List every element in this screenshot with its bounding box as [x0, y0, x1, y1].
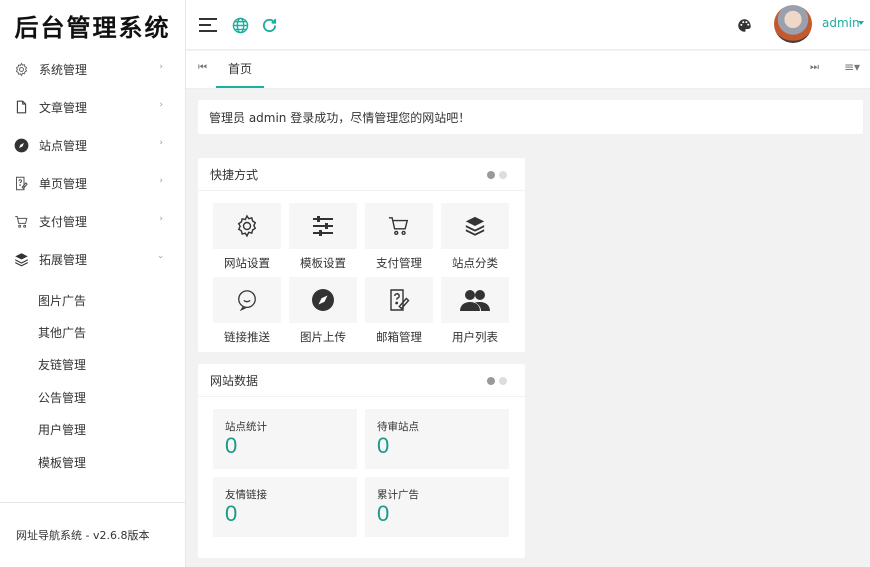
sidebar-item-page[interactable]: 单页管理 ›	[0, 164, 185, 202]
stat-value: 0	[377, 501, 390, 526]
gear-icon	[13, 61, 29, 77]
card-header: 快捷方式	[198, 158, 525, 191]
cart-icon	[365, 203, 433, 249]
shortcut-label: 站点分类	[452, 256, 498, 270]
gear-icon	[213, 203, 281, 249]
stat-label: 友情链接	[225, 489, 267, 501]
chevron-right-icon: ›	[159, 176, 163, 186]
shortcut-label: 图片上传	[300, 330, 346, 344]
sidebar-item-label: 文章管理	[39, 100, 88, 115]
top-header: admin	[186, 0, 870, 50]
sidebar-item-label: 单页管理	[39, 176, 88, 191]
users-icon	[441, 277, 509, 323]
file-icon	[13, 99, 29, 115]
stat-value: 0	[225, 501, 238, 526]
submenu-item-other-ads[interactable]: 其他广告	[0, 316, 185, 348]
submenu-item-friend-links[interactable]: 友链管理	[0, 349, 185, 381]
shortcut-link-push[interactable]: 链接推送	[213, 277, 281, 345]
chevron-right-icon: ›	[159, 214, 163, 224]
stat-friend-links[interactable]: 友情链接 0	[213, 477, 357, 537]
stat-value: 0	[225, 433, 238, 458]
sidebar-item-payment[interactable]: 支付管理 ›	[0, 202, 185, 240]
sidebar-item-label: 站点管理	[39, 138, 88, 153]
caret-down-icon[interactable]	[858, 21, 864, 25]
submenu-item-users[interactable]: 用户管理	[0, 414, 185, 446]
tab-home[interactable]: 首页	[216, 51, 265, 88]
sidebar-item-label: 拓展管理	[39, 252, 88, 267]
app-logo-title: 后台管理系统	[14, 12, 171, 42]
shortcut-image-upload[interactable]: 图片上传	[289, 277, 357, 345]
refresh-icon[interactable]	[257, 13, 281, 37]
sidebar-item-site[interactable]: 站点管理 ›	[0, 126, 185, 164]
submenu-item-templates[interactable]: 模板管理	[0, 446, 185, 478]
shortcut-label: 模板设置	[300, 256, 346, 270]
stat-label: 待审站点	[377, 421, 419, 433]
tab-options-icon[interactable]: ≡▾	[844, 60, 860, 74]
carousel-dot-active[interactable]	[487, 171, 495, 179]
stat-value: 0	[377, 433, 390, 458]
shortcut-site-settings[interactable]: 网站设置	[213, 203, 281, 271]
shortcut-label: 支付管理	[376, 256, 422, 270]
card-title: 快捷方式	[210, 167, 259, 182]
layers-icon	[13, 251, 29, 267]
globe-icon[interactable]	[228, 13, 252, 37]
stat-total-ads[interactable]: 累计广告 0	[365, 477, 509, 537]
palette-icon[interactable]	[732, 13, 756, 37]
shortcut-label: 邮箱管理	[376, 330, 422, 344]
help-page-icon	[365, 277, 433, 323]
chat-icon	[213, 277, 281, 323]
stat-label: 站点统计	[225, 421, 267, 433]
tab-scroll-left-icon[interactable]: ⏮	[198, 62, 207, 73]
card-header: 网站数据	[198, 364, 525, 397]
card-title: 网站数据	[210, 373, 259, 388]
carousel-dot[interactable]	[499, 171, 507, 179]
cart-icon	[13, 213, 29, 229]
sliders-icon	[289, 203, 357, 249]
sidebar-item-label: 支付管理	[39, 214, 88, 229]
site-data-card: 网站数据 站点统计 0 待审站点 0 友情链接 0 累计广告 0	[198, 364, 525, 558]
submenu-extension: 图片广告 其他广告 友链管理 公告管理 用户管理 模板管理	[0, 278, 185, 478]
shortcut-user-list[interactable]: 用户列表	[441, 277, 509, 345]
carousel-indicator	[483, 377, 507, 385]
sidebar-item-article[interactable]: 文章管理 ›	[0, 88, 185, 126]
menu-toggle-icon[interactable]	[196, 13, 220, 37]
carousel-dot-active[interactable]	[487, 377, 495, 385]
sidebar-menu: 系统管理 › 文章管理 › 站点管理 › 单页管理 › 支付管理 › 拓展管理 …	[0, 50, 185, 278]
chevron-right-icon: ›	[159, 100, 163, 110]
shortcuts-card: 快捷方式 网站设置 模板设置 支付管理 站点分类 链接推送 图片上传 邮箱管理 …	[198, 158, 525, 352]
chevron-right-icon: ›	[159, 62, 163, 72]
shortcut-label: 网站设置	[224, 256, 270, 270]
sidebar: 后台管理系统 系统管理 › 文章管理 › 站点管理 › 单页管理 › 支付管理 …	[0, 0, 186, 567]
shortcut-payment[interactable]: 支付管理	[365, 203, 433, 271]
compass-icon	[13, 137, 29, 153]
chevron-down-icon: ›	[155, 255, 166, 259]
layers-icon	[441, 203, 509, 249]
user-name[interactable]: admin	[822, 16, 860, 30]
shortcut-label: 用户列表	[452, 330, 498, 344]
version-footer: 网址导航系统 - v2.6.8版本	[0, 502, 186, 567]
carousel-indicator	[483, 171, 507, 179]
sidebar-item-extension[interactable]: 拓展管理 ›	[0, 240, 185, 278]
tab-bar: ⏮ 首页 ⏭ ≡▾	[186, 51, 870, 89]
avatar[interactable]	[774, 5, 812, 43]
sidebar-item-label: 系统管理	[39, 62, 88, 77]
submenu-item-announcements[interactable]: 公告管理	[0, 381, 185, 413]
shortcut-mailbox[interactable]: 邮箱管理	[365, 277, 433, 345]
submenu-item-image-ads[interactable]: 图片广告	[0, 284, 185, 316]
shortcut-site-category[interactable]: 站点分类	[441, 203, 509, 271]
sidebar-item-system[interactable]: 系统管理 ›	[0, 50, 185, 88]
welcome-notice: 管理员 admin 登录成功，尽情管理您的网站吧！	[198, 100, 863, 134]
stat-pending-sites[interactable]: 待审站点 0	[365, 409, 509, 469]
shortcut-label: 链接推送	[224, 330, 270, 344]
tab-scroll-right-icon[interactable]: ⏭	[810, 62, 819, 73]
shortcut-template-settings[interactable]: 模板设置	[289, 203, 357, 271]
help-page-icon	[13, 175, 29, 191]
stat-label: 累计广告	[377, 489, 419, 501]
carousel-dot[interactable]	[499, 377, 507, 385]
chevron-right-icon: ›	[159, 138, 163, 148]
stat-site-count[interactable]: 站点统计 0	[213, 409, 357, 469]
compass-icon	[289, 277, 357, 323]
